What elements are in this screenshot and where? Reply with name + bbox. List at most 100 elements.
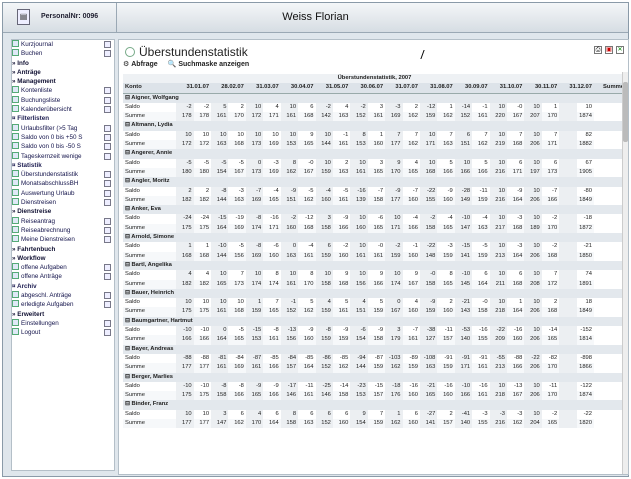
sidebar-item[interactable]: Reiseabrechnung [12, 225, 114, 235]
suchmaske-button[interactable]: 🔍 Suchmaske anzeigen [168, 61, 249, 68]
employee-group-row[interactable]: ⊟ Angler, Moritz [123, 177, 626, 187]
employee-group-row[interactable]: ⊟ Aigner, Wolfgang [123, 93, 626, 103]
table-cell: 169 [228, 223, 246, 234]
sidebar-item[interactable]: Kurzjournal [12, 40, 114, 49]
sidebar-item[interactable]: ¤ Statistik [12, 161, 114, 170]
abfrage-button[interactable]: ⚙ Abfrage [123, 61, 158, 68]
scrollbar[interactable] [622, 72, 628, 474]
sidebar-item[interactable]: Saldo von 0 bis -50 S [12, 142, 114, 151]
open-window-icon[interactable] [104, 217, 111, 225]
open-window-icon[interactable] [104, 180, 111, 188]
table-cell: 159 [419, 307, 438, 317]
sidebar-item[interactable]: » Workflow [12, 254, 114, 263]
sidebar-item[interactable]: » Erweitert [12, 310, 114, 319]
employee-group-row[interactable]: ⊟ Berger, Marlies [123, 372, 626, 382]
sidebar-item[interactable]: » Management [12, 77, 114, 86]
table-cell: 169 [263, 167, 281, 178]
sidebar-item[interactable]: Buchen [12, 49, 114, 58]
sidebar-item[interactable]: Saldo von 0 bis +50 S [12, 132, 114, 142]
sidebar-item[interactable]: » Fahrtenbuch [12, 245, 114, 254]
table-cell: -22 [419, 242, 438, 252]
sidebar-item[interactable]: » Info [12, 59, 114, 68]
sidebar-item[interactable]: Tageskernzeit wenige [12, 151, 114, 161]
column-header[interactable]: 31.03.07 [245, 83, 281, 94]
table-cell: -5 [228, 326, 246, 336]
column-header[interactable]: 31.08.07 [419, 83, 455, 94]
open-window-icon[interactable] [104, 152, 111, 160]
sidebar-item[interactable]: Dienstreisen [12, 198, 114, 207]
sidebar-item[interactable]: Auswertung Urlaub [12, 188, 114, 198]
excel-icon[interactable]: ✕ [616, 46, 624, 54]
table-cell: 163 [280, 251, 299, 261]
sidebar-item[interactable]: abgeschl. Anträge [12, 291, 114, 300]
employee-group-row[interactable]: ⊟ Arnold, Simone [123, 233, 626, 243]
open-window-icon[interactable] [104, 96, 111, 104]
open-window-icon[interactable] [104, 301, 111, 309]
open-window-icon[interactable] [104, 124, 111, 132]
employee-group-row[interactable]: ⊟ Angerer, Annie [123, 149, 626, 159]
open-window-icon[interactable] [104, 143, 111, 151]
sidebar-item[interactable]: ¤ Archiv [12, 282, 114, 291]
column-header[interactable]: 30.11.07 [524, 83, 560, 94]
open-window-icon[interactable] [104, 189, 111, 197]
table-cell [559, 167, 577, 178]
open-window-icon[interactable] [104, 106, 111, 114]
pdf-icon[interactable]: ▣ [605, 46, 613, 54]
table-cell: 1866 [576, 363, 594, 373]
sidebar-item[interactable]: » Anträge [12, 68, 114, 77]
open-window-icon[interactable] [104, 87, 111, 95]
employee-group-row[interactable]: ⊟ Altmann, Lydia [123, 121, 626, 131]
column-header[interactable]: 28.02.07 [211, 83, 246, 94]
open-window-icon[interactable] [104, 236, 111, 244]
employee-group-row[interactable]: ⊟ Binder, Franz [123, 400, 626, 410]
column-header[interactable]: 30.04.07 [280, 83, 316, 94]
open-window-icon[interactable] [104, 329, 111, 337]
column-header[interactable]: 31.01.07 [176, 83, 212, 94]
open-window-icon[interactable] [104, 273, 111, 281]
sidebar-item[interactable]: offene Anträge [12, 272, 114, 281]
column-header[interactable]: 31.05.07 [315, 83, 351, 94]
open-window-icon[interactable] [104, 171, 111, 179]
open-window-icon[interactable] [104, 50, 111, 58]
table-cell: 10 [315, 158, 333, 168]
open-window-icon[interactable] [104, 41, 111, 48]
open-window-icon[interactable] [104, 264, 111, 272]
column-header[interactable]: 30.09.07 [454, 83, 490, 94]
column-header[interactable]: 31.12.07 [559, 83, 594, 94]
employee-group-row[interactable]: ⊟ Bartl, Angelika [123, 260, 626, 271]
sidebar-item[interactable]: MonatsabschlussBH [12, 179, 114, 188]
print-icon[interactable]: ⎙ [594, 46, 602, 54]
table-cell: 164 [506, 195, 525, 206]
sidebar-item[interactable]: Kontenliste [12, 86, 114, 95]
table-row: Summe 182 182 144 163 169 165 151 162 160 161 139 15… [123, 195, 626, 206]
column-header[interactable]: 31.07.07 [385, 83, 420, 94]
sidebar-item[interactable]: Kalenderübersicht [12, 105, 114, 114]
sidebar-item[interactable]: Urlaubsfilter (>5 Tag [12, 123, 114, 133]
sidebar-item[interactable]: Meine Dienstreisen [12, 235, 114, 244]
open-window-icon[interactable] [104, 292, 111, 300]
open-window-icon[interactable] [104, 199, 111, 207]
sidebar-item[interactable]: offene Aufgaben [12, 263, 114, 272]
table-cell: -25 [315, 381, 333, 392]
employee-group-row[interactable]: ⊟ Bayer, Andreas [123, 344, 626, 354]
sidebar-item[interactable]: Überstundenstatistik [12, 170, 114, 179]
sidebar-item[interactable]: Einstellungen [12, 318, 114, 328]
column-header[interactable]: 30.06.07 [350, 83, 386, 94]
column-header[interactable]: Konto [123, 83, 177, 94]
table-cell: 170 [245, 418, 264, 429]
table-cell: 209 [489, 335, 507, 345]
sidebar-item[interactable]: Logout [12, 328, 114, 337]
sidebar-item[interactable]: Reiseantrag [12, 216, 114, 226]
table-cell: 4 [245, 409, 264, 419]
column-header[interactable]: 31.10.07 [489, 83, 525, 94]
employee-group-row[interactable]: ⊟ Baumgartner, Hartmut [123, 316, 626, 327]
employee-group-row[interactable]: ⊟ Anker, Eva [123, 205, 626, 215]
sidebar-item[interactable]: Buchungsliste [12, 95, 114, 105]
open-window-icon[interactable] [104, 319, 111, 327]
employee-group-row[interactable]: ⊟ Bauer, Heinrich [123, 288, 626, 299]
open-window-icon[interactable] [104, 133, 111, 141]
sidebar-item[interactable]: erledigte Aufgaben [12, 300, 114, 309]
sidebar-item[interactable]: ¤ Filterlisten [12, 114, 114, 123]
sidebar-item[interactable]: » Dienstreise [12, 207, 114, 216]
open-window-icon[interactable] [104, 226, 111, 234]
